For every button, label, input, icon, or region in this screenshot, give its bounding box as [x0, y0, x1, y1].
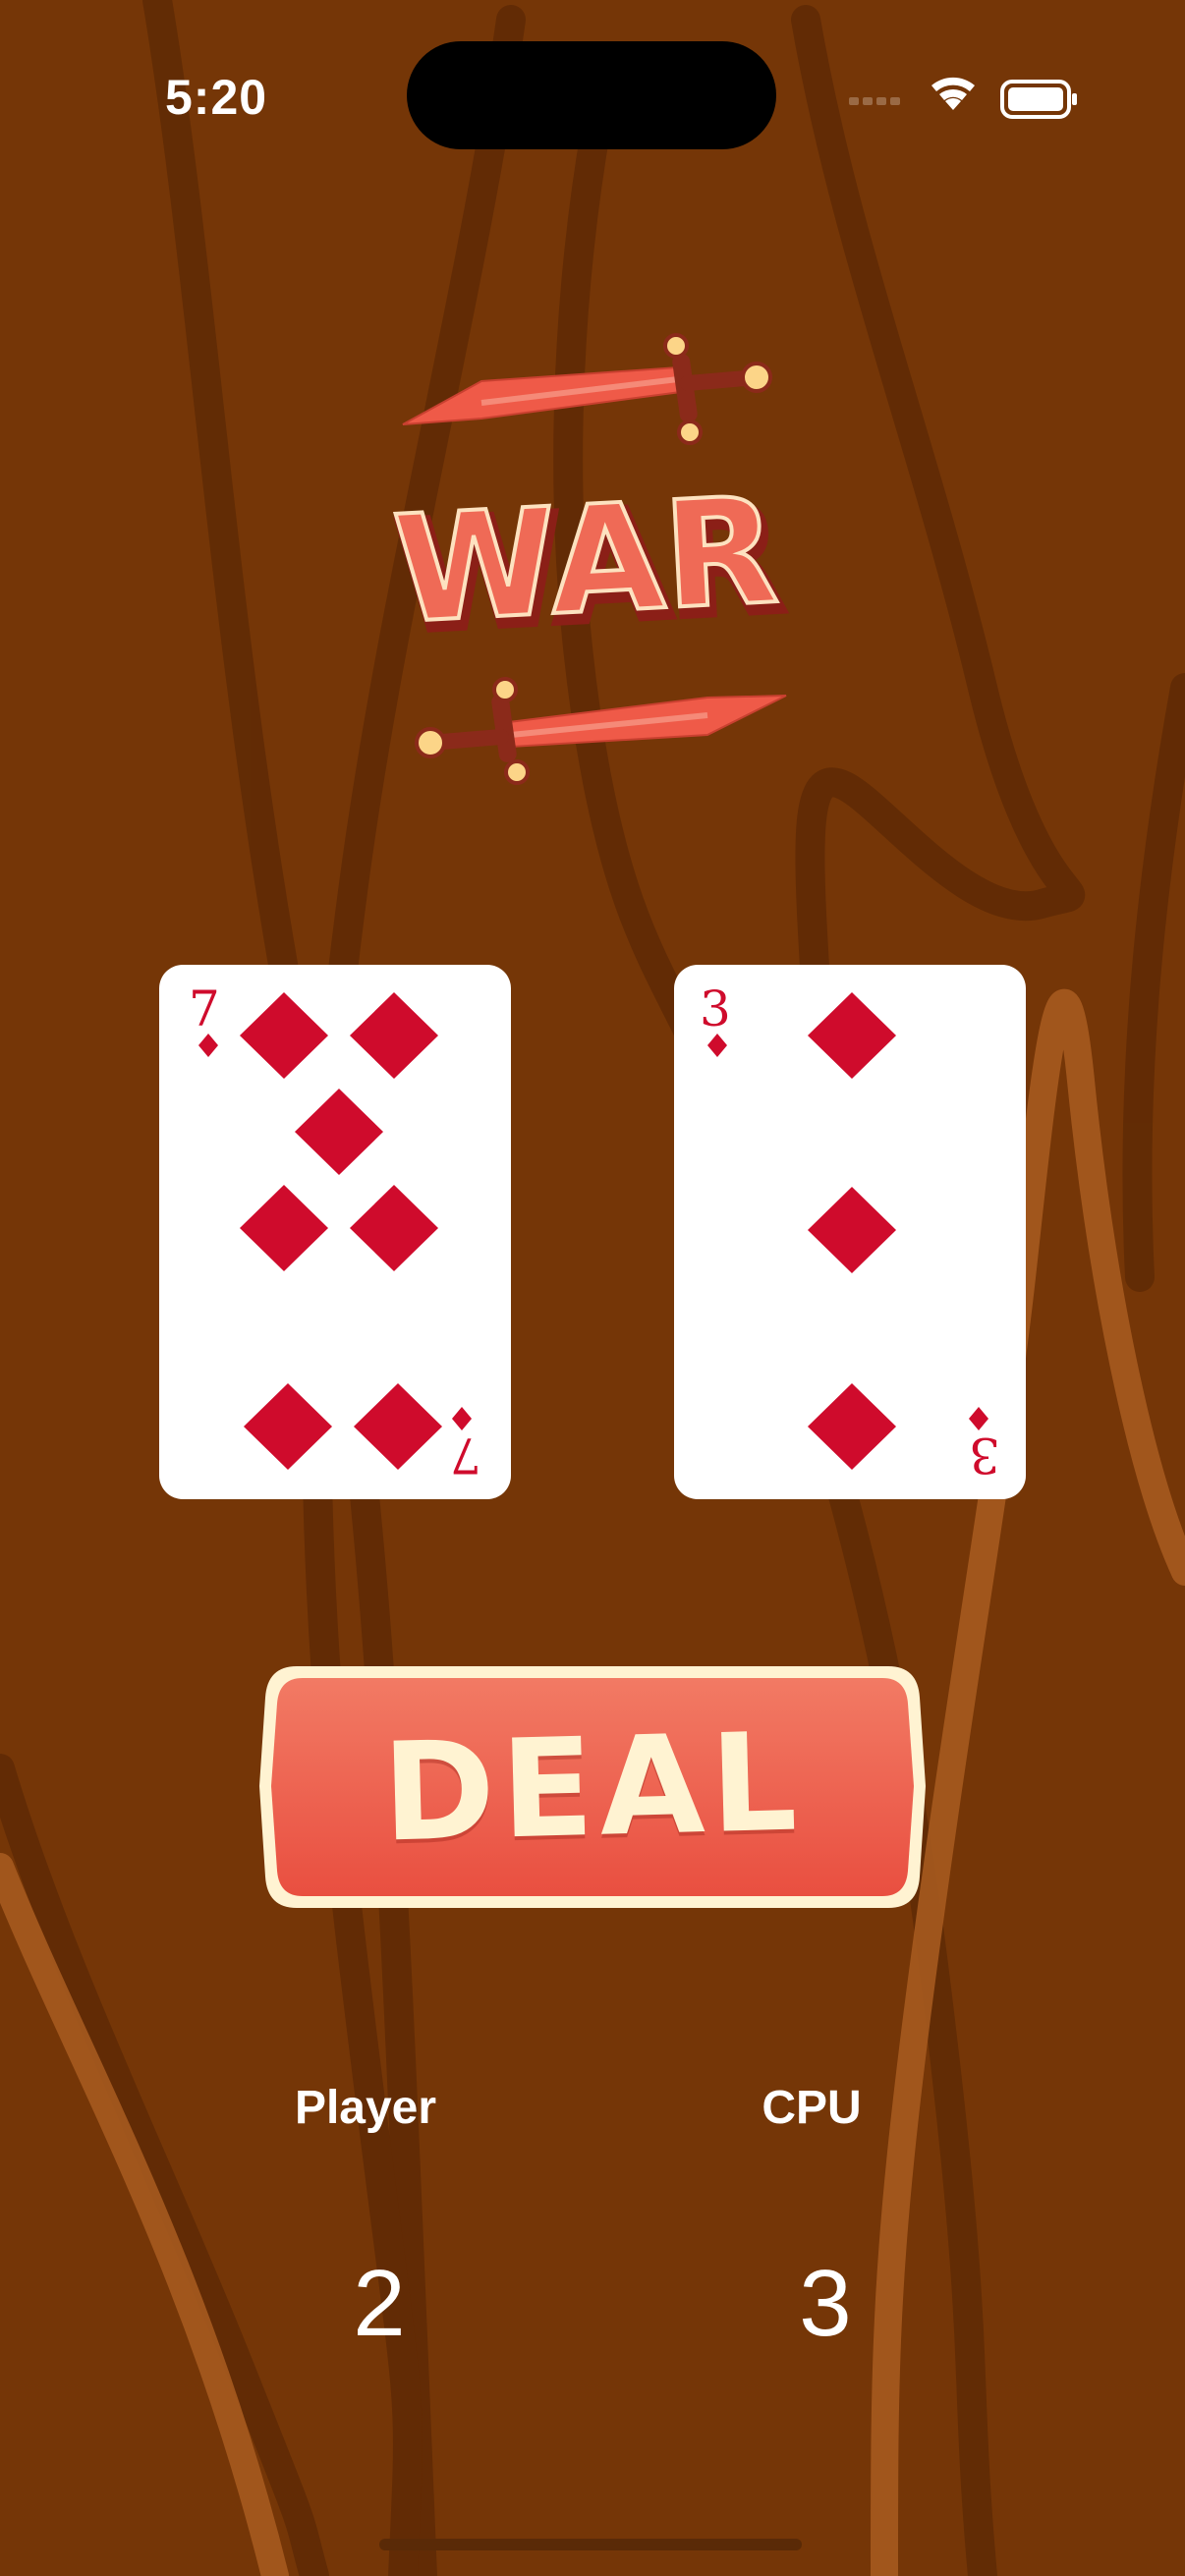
diamond-pips	[707, 992, 988, 1470]
sword-icon	[415, 677, 787, 785]
diamond-icon	[808, 1187, 896, 1273]
diamond-pips	[198, 992, 472, 1470]
dynamic-island	[407, 41, 776, 149]
cpu-score-value: 3	[799, 2251, 852, 2356]
diamond-icon	[350, 1185, 438, 1271]
status-time: 5:20	[165, 70, 268, 125]
svg-text:WAR: WAR	[390, 466, 782, 656]
wifi-icon	[931, 77, 975, 110]
diamond-icon	[707, 1034, 727, 1057]
diamond-icon	[198, 1034, 218, 1057]
home-indicator[interactable]	[379, 2539, 802, 2550]
player-score-label: Player	[294, 2082, 437, 2134]
diamond-icon	[808, 1383, 896, 1470]
player-card: 7 7	[159, 965, 511, 1499]
diamond-icon	[808, 992, 896, 1079]
cpu-card: 3 3	[674, 965, 1026, 1499]
signal-icon	[849, 97, 900, 105]
cpu-score-label: CPU	[762, 2082, 862, 2134]
diamond-icon	[350, 992, 438, 1079]
status-icons	[849, 77, 1077, 119]
diamond-icon	[240, 1185, 328, 1271]
diamond-icon	[244, 1383, 332, 1470]
diamond-icon	[295, 1089, 383, 1175]
diamond-icon	[969, 1407, 988, 1430]
player-score-value: 2	[353, 2251, 406, 2356]
war-logo: WAR WAR	[388, 333, 791, 785]
deal-button-label: DEAL	[380, 1702, 805, 1873]
diamond-icon	[452, 1407, 472, 1430]
deal-button[interactable]: DEAL	[257, 1658, 928, 1916]
diamond-icon	[240, 992, 328, 1079]
battery-icon	[1000, 80, 1077, 119]
war-title: WAR WAR	[388, 464, 791, 669]
diamond-icon	[354, 1383, 442, 1470]
sword-icon	[402, 333, 772, 445]
